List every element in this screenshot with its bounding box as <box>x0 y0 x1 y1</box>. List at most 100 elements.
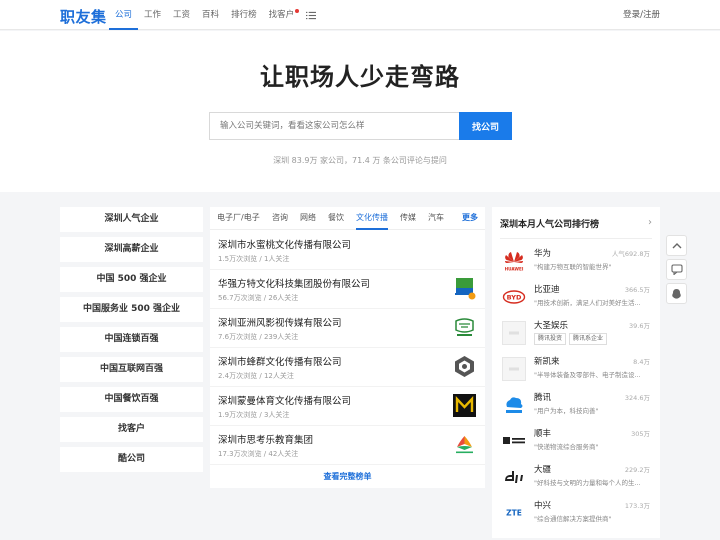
nav-company[interactable]: 公司 <box>109 0 139 30</box>
popularity-count: 8.4万 <box>633 358 650 366</box>
tabs-more-link[interactable]: 更多 <box>462 207 478 228</box>
hero-title: 让职场人少走弯路 <box>260 63 460 91</box>
list-item[interactable]: 深圳市思考乐教育集团 17.3万次浏览 / 42人关注 <box>210 426 485 465</box>
tab-network[interactable]: 网络 <box>300 207 316 230</box>
company-name[interactable]: 新凯来 <box>534 355 560 367</box>
sidebar-item-high-salary[interactable]: 深圳高薪企业 <box>60 237 203 262</box>
menu-icon[interactable] <box>300 0 322 30</box>
login-register-link[interactable]: 登录/注册 <box>623 0 660 30</box>
nav-find-customers-label: 找客户 <box>268 10 295 20</box>
tab-auto[interactable]: 汽车 <box>428 207 444 230</box>
svg-text:BYD: BYD <box>507 294 522 302</box>
yazhoufeng-logo <box>455 318 474 336</box>
byd-logo: BYD <box>502 290 526 304</box>
company-slogan: "用户为本，科技向善" <box>534 407 599 415</box>
company-name[interactable]: 华为 <box>534 247 551 259</box>
company-search-input[interactable] <box>210 113 459 139</box>
company-name[interactable]: 深圳市蜂群文化传播有限公司 <box>218 354 342 368</box>
zte-logo: ZTE <box>506 509 522 518</box>
sidebar-item-catering-100[interactable]: 中国餐饮百强 <box>60 387 203 412</box>
ranking-item[interactable]: 大圣娱乐 39.6万 腾讯投资 腾讯系企业 <box>492 316 660 351</box>
view-full-ranking-link[interactable]: 查看完整榜单 <box>210 471 485 482</box>
chevron-right-icon[interactable]: › <box>648 217 652 228</box>
company-name[interactable]: 大疆 <box>534 463 551 475</box>
company-slogan: "好科技与文明的力量和每个人的生... <box>534 479 641 487</box>
nav-ranking[interactable]: 排行榜 <box>225 0 263 30</box>
sf-logo <box>503 437 525 444</box>
industry-panel: 电子厂/电子 咨询 网络 餐饮 文化传播 传媒 汽车 更多 深圳市水蜜桃文化传播… <box>210 207 485 488</box>
company-name[interactable]: 腾讯 <box>534 391 551 403</box>
popularity-count: 人气692.8万 <box>611 250 650 258</box>
tab-media[interactable]: 传媒 <box>400 207 416 230</box>
main-nav: 公司 工作 工资 百科 排行榜 找客户 <box>109 0 322 30</box>
popularity-count: 324.6万 <box>624 394 650 402</box>
ranking-item[interactable]: BYD 比亚迪 366.5万 "用技术创新，满足人们对美好生活... <box>492 280 660 315</box>
list-item[interactable]: 深圳亚洲风影视传媒有限公司 7.6万次浏览 / 239人关注 <box>210 309 485 348</box>
ranking-item[interactable]: ZTE 中兴 173.3万 "综合通信解决方案提供商" <box>492 496 660 531</box>
feedback-icon <box>670 264 683 275</box>
company-name[interactable]: 大圣娱乐 <box>534 319 568 331</box>
list-item[interactable]: 深圳市蜂群文化传播有限公司 2.4万次浏览 / 12人关注 <box>210 348 485 387</box>
site-logo[interactable]: 职友集 <box>60 6 107 27</box>
company-meta: 1.9万次浏览 / 3人关注 <box>218 411 290 419</box>
company-meta: 1.5万次浏览 / 1人关注 <box>218 255 290 263</box>
sidebar-item-chain-100[interactable]: 中国连锁百强 <box>60 327 203 352</box>
company-name[interactable]: 中兴 <box>534 499 551 511</box>
find-company-button[interactable]: 找公司 <box>459 112 512 140</box>
ranking-item[interactable]: 顺丰 305万 "快递物流综合服务商" <box>492 424 660 459</box>
tab-consulting[interactable]: 咨询 <box>272 207 288 230</box>
company-name[interactable]: 深圳蒙曼体育文化传播有限公司 <box>218 393 351 407</box>
popularity-count: 173.3万 <box>624 502 650 510</box>
hero-stats: 深圳 83.9万 家公司，71.4 万 条公司评论与提问 <box>273 156 447 165</box>
ranking-item[interactable]: HUAWEI 华为 人气692.8万 "构建万物互联的智能世界" <box>492 244 660 279</box>
nav-jobs[interactable]: 工作 <box>138 0 167 30</box>
popularity-count: 366.5万 <box>624 286 650 294</box>
company-name[interactable]: 深圳市水蜜桃文化传播有限公司 <box>218 237 351 251</box>
list-item[interactable]: 深圳市水蜜桃文化传播有限公司 1.5万次浏览 / 1人关注 <box>210 231 485 270</box>
ranking-item[interactable]: 大疆 229.2万 "好科技与文明的力量和每个人的生... <box>492 460 660 495</box>
feedback-button[interactable] <box>666 259 687 280</box>
tab-culture[interactable]: 文化传播 <box>356 207 388 230</box>
company-name[interactable]: 顺丰 <box>534 427 551 439</box>
placeholder-logo <box>502 321 526 345</box>
sidebar-item-service-500[interactable]: 中国服务业 500 强企业 <box>60 297 203 322</box>
qq-button[interactable] <box>666 283 687 304</box>
company-tag: 腾讯系企业 <box>569 333 608 345</box>
popularity-count: 229.2万 <box>624 466 650 474</box>
company-slogan: "快递物流综合服务商" <box>534 443 599 451</box>
list-item[interactable]: 华强方特文化科技集团股份有限公司 56.7万次浏览 / 26人关注 <box>210 270 485 309</box>
sidebar-item-cool-company[interactable]: 酷公司 <box>60 447 203 472</box>
search-box <box>209 112 459 140</box>
company-slogan: "半导体装备及零部件、电子制造设... <box>534 371 641 379</box>
tab-catering[interactable]: 餐饮 <box>328 207 344 230</box>
nav-find-customers[interactable]: 找客户 <box>263 0 301 30</box>
company-slogan: "构建万物互联的智能世界" <box>534 263 612 271</box>
sidebar-item-internet-100[interactable]: 中国互联网百强 <box>60 357 203 382</box>
company-meta: 7.6万次浏览 / 239人关注 <box>218 333 299 341</box>
tab-electronics[interactable]: 电子厂/电子 <box>217 207 260 230</box>
nav-salary[interactable]: 工资 <box>167 0 196 30</box>
sidebar-item-china-500[interactable]: 中国 500 强企业 <box>60 267 203 292</box>
nav-wiki[interactable]: 百科 <box>196 0 225 30</box>
company-name[interactable]: 深圳亚洲风影视传媒有限公司 <box>218 315 342 329</box>
back-to-top-button[interactable] <box>666 235 687 256</box>
divider <box>500 238 652 239</box>
list-item[interactable]: 深圳蒙曼体育文化传播有限公司 1.9万次浏览 / 3人关注 <box>210 387 485 426</box>
company-name[interactable]: 比亚迪 <box>534 283 560 295</box>
company-name[interactable]: 深圳市思考乐教育集团 <box>218 432 313 446</box>
sidebar-item-find-customers[interactable]: 找客户 <box>60 417 203 442</box>
hero-section: 让职场人少走弯路 找公司 深圳 83.9万 家公司，71.4 万 条公司评论与提… <box>0 31 720 192</box>
sikaole-logo <box>456 436 473 454</box>
company-slogan: "用技术创新，满足人们对美好生活... <box>534 299 641 307</box>
popularity-count: 305万 <box>631 430 650 438</box>
ranking-item[interactable]: 新凯来 8.4万 "半导体装备及零部件、电子制造设... <box>492 352 660 387</box>
fengqun-logo <box>455 356 474 377</box>
sidebar-item-popular[interactable]: 深圳人气企业 <box>60 207 203 232</box>
company-slogan: "综合通信解决方案提供商" <box>534 515 612 523</box>
top-header: 职友集 公司 工作 工资 百科 排行榜 找客户 登录/注册 <box>0 0 720 30</box>
company-name[interactable]: 华强方特文化科技集团股份有限公司 <box>218 276 370 290</box>
svg-text:HUAWEI: HUAWEI <box>505 267 524 272</box>
company-tag: 腾讯投资 <box>534 333 567 345</box>
ranking-title[interactable]: 深圳本月人气公司排行榜 <box>500 217 599 230</box>
ranking-item[interactable]: 腾讯 324.6万 "用户为本，科技向善" <box>492 388 660 423</box>
